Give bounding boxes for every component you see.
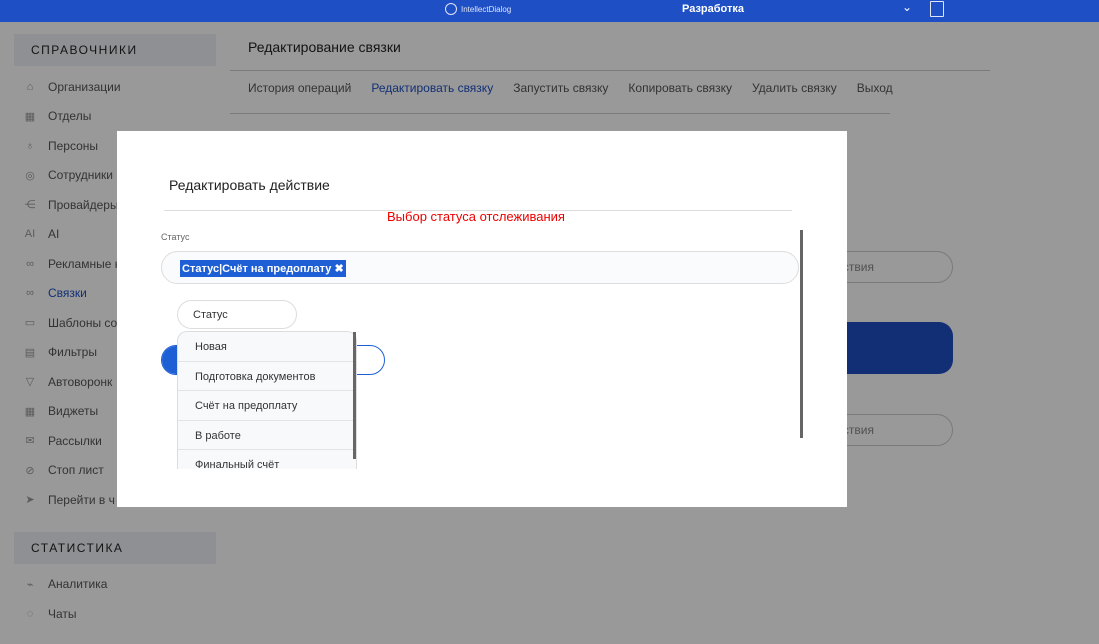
option-prepayment[interactable]: Счёт на предоплату <box>178 391 353 421</box>
option-new[interactable]: Новая <box>178 332 353 362</box>
remove-icon[interactable]: ✖ <box>334 263 343 275</box>
modal-scrollbar[interactable] <box>800 230 803 438</box>
environment-name: Разработка <box>682 3 744 15</box>
chevron-down-icon[interactable]: ⌄ <box>902 0 912 14</box>
edit-action-modal: Редактировать действие Выбор статуса отс… <box>117 131 847 507</box>
document-icon[interactable] <box>930 1 944 17</box>
brain-icon <box>445 3 457 15</box>
status-search-input[interactable]: Статус <box>177 300 297 329</box>
status-label: Статус <box>161 232 190 242</box>
hint-text: Выбор статуса отслеживания <box>387 209 565 224</box>
top-bar: IntellectDialog Разработка ⌄ <box>0 0 1099 22</box>
selected-tag: Статус|Счёт на предоплату ✖ <box>180 260 346 277</box>
option-final-invoice[interactable]: Финальный счёт <box>178 450 353 469</box>
tag-label: Статус|Счёт на предоплату <box>182 263 332 275</box>
status-dropdown: Новая Подготовка документов Счёт на пред… <box>177 331 357 469</box>
option-in-progress[interactable]: В работе <box>178 421 353 451</box>
logo[interactable]: IntellectDialog <box>445 3 511 15</box>
modal-title: Редактировать действие <box>169 177 330 193</box>
dropdown-scrollbar[interactable] <box>353 332 356 459</box>
status-select[interactable]: Статус|Счёт на предоплату ✖ <box>161 251 799 284</box>
option-docs[interactable]: Подготовка документов <box>178 362 353 392</box>
logo-text: IntellectDialog <box>461 4 512 14</box>
